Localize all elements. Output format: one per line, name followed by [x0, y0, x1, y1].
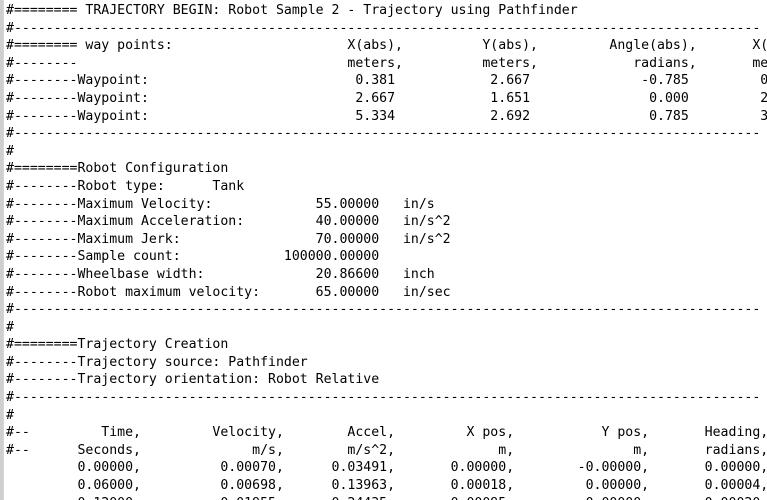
vertical-scrollbar[interactable] [0, 0, 4, 500]
trajectory-console-window: #======== TRAJECTORY BEGIN: Robot Sample… [0, 0, 767, 500]
trajectory-output-text: #======== TRAJECTORY BEGIN: Robot Sample… [6, 3, 767, 500]
console-output-pane[interactable]: #======== TRAJECTORY BEGIN: Robot Sample… [4, 0, 767, 500]
scrollbar-thumb[interactable] [0, 0, 3, 500]
